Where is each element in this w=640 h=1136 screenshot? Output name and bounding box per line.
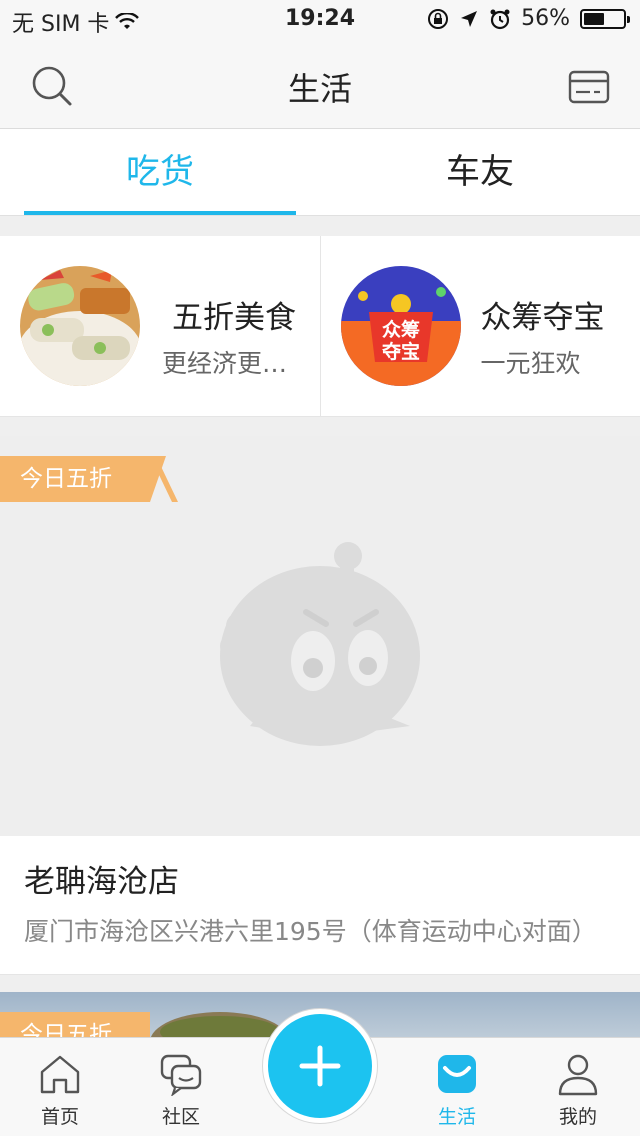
food-thumbnail [20, 266, 140, 386]
badge-tail [150, 456, 178, 502]
plus-icon [299, 1045, 341, 1087]
tab-foodie-label: 吃货 [126, 152, 194, 192]
svg-text:众筹: 众筹 [381, 318, 419, 341]
category-tabs: 吃货 车友 [0, 129, 640, 216]
nav-bar: 生活 [0, 40, 640, 129]
tabbar-label: 社区 [161, 1106, 200, 1128]
bottom-tab-bar: 首页 社区 生活 我的 [0, 1008, 640, 1136]
promo-title: 五折美食 [172, 300, 296, 336]
battery-percent: 56% [521, 6, 570, 31]
tab-active-indicator [24, 211, 296, 215]
chat-icon [160, 1054, 202, 1096]
store-card[interactable]: 今日五折 老聃海沧店 厦门市海沧区兴港六里195号（体育运动中心对面） [0, 436, 640, 975]
status-bar: 无 SIM 卡 19:24 56% [0, 0, 640, 40]
page-title: 生活 [287, 70, 352, 108]
tabbar-community[interactable]: 社区 [121, 1038, 241, 1136]
svg-text:夺宝: 夺宝 [380, 340, 419, 363]
promo-title: 众筹夺宝 [480, 300, 605, 336]
alarm-icon [490, 9, 510, 29]
promo-subtitle: 一元狂欢 [480, 349, 581, 378]
promo-row: 五折美食 更经济更… 众筹 夺宝 众筹夺宝 一元狂欢 [0, 236, 640, 417]
crowdfunding-thumbnail: 众筹 夺宝 [340, 266, 461, 386]
user-icon [558, 1054, 598, 1096]
tab-foodie[interactable]: 吃货 [0, 129, 320, 215]
promo-subtitle: 更经济更… [162, 349, 288, 378]
promo-half-price-food[interactable]: 五折美食 更经济更… [0, 236, 320, 416]
tabbar-mine[interactable]: 我的 [518, 1038, 638, 1136]
location-icon [461, 10, 478, 27]
tab-car-friends[interactable]: 车友 [320, 129, 640, 215]
discount-badge: 今日五折 [0, 456, 166, 502]
tabbar-label: 我的 [558, 1106, 597, 1128]
battery-icon [580, 8, 630, 29]
promo-crowdfunding[interactable]: 众筹 夺宝 众筹夺宝 一元狂欢 [319, 236, 640, 416]
tabbar-label: 首页 [40, 1106, 79, 1128]
life-icon [438, 1055, 476, 1093]
tab-car-friends-label: 车友 [446, 152, 514, 192]
store-name: 老聃海沧店 [24, 864, 179, 900]
tabbar-label: 生活 [437, 1106, 476, 1128]
publish-button[interactable] [268, 1014, 372, 1118]
tabbar-home[interactable]: 首页 [0, 1038, 120, 1136]
card-icon[interactable] [568, 70, 610, 104]
status-right: 56% [427, 6, 630, 31]
rotation-lock-icon [428, 8, 449, 29]
home-icon [40, 1055, 80, 1094]
store-address: 厦门市海沧区兴港六里195号（体育运动中心对面） [24, 917, 597, 946]
tabbar-life[interactable]: 生活 [397, 1038, 517, 1136]
